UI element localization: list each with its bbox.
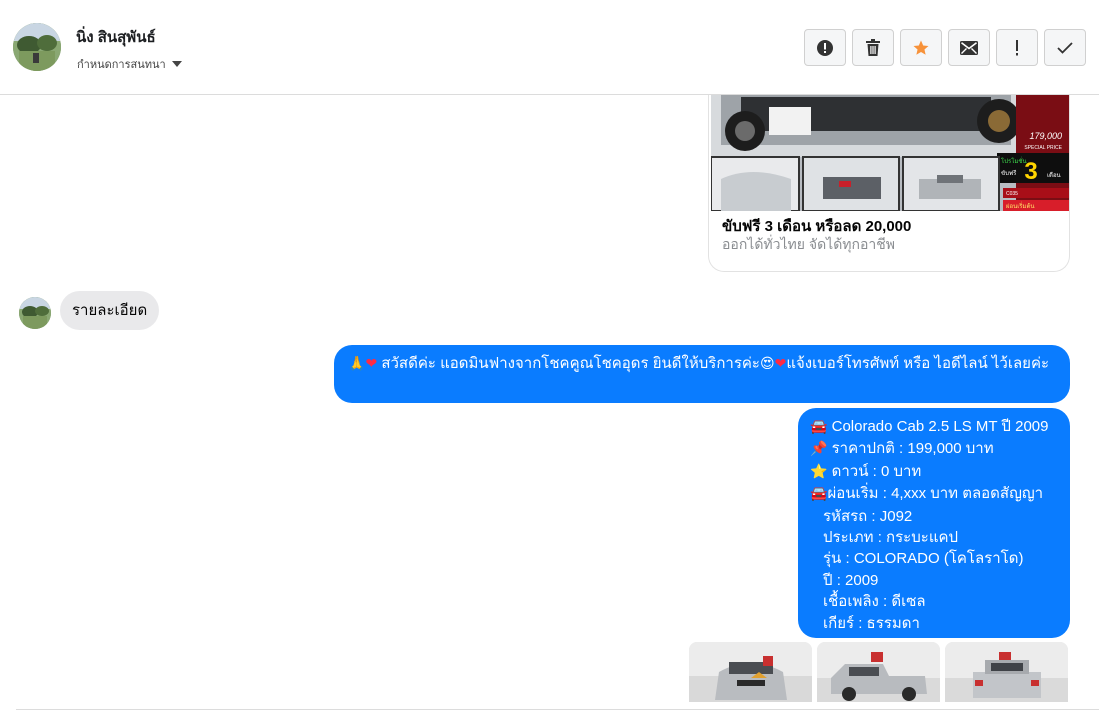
exclamation-icon: [1016, 39, 1018, 55]
promo-image: 179,000 SPECIAL PRICE โปรโมชั่น ขับฟรี 3…: [711, 95, 1069, 211]
contact-avatar[interactable]: [13, 23, 61, 71]
detail-model-text: Colorado Cab 2.5 LS MT ปี 2009: [827, 418, 1049, 435]
label-dropdown-text: กำหนดการสนทนา: [77, 59, 166, 71]
trash-icon: [866, 38, 880, 56]
star-button[interactable]: [900, 29, 942, 66]
caret-down-icon: [171, 61, 182, 67]
promo-months: 3: [1024, 158, 1037, 185]
car-photo-3[interactable]: [945, 642, 1068, 702]
promo-label-left: ขับฟรี: [1001, 169, 1017, 177]
outgoing-message-greeting[interactable]: 🙏❤ สวัสดีค่ะ แอดมินฟางจากโชคคูณโชคอุดร ย…: [334, 345, 1070, 403]
outgoing-message-car-details[interactable]: 🚘 Colorado Cab 2.5 LS MT ปี 2009 📌 ราคาป…: [798, 408, 1070, 638]
star-emoji: ⭐: [810, 463, 828, 480]
contact-name: นิ่ง สินสุพันธ์: [76, 29, 156, 46]
detail-installment: 🚘ผ่อนเริ่ม : 4,xxx บาท ตลอดสัญญา: [810, 483, 1058, 505]
promo-special-price: SPECIAL PRICE: [1024, 145, 1062, 151]
promo-price: 179,000: [1029, 131, 1062, 141]
detail-gear: เกียร์ : ธรรมดา: [823, 614, 920, 632]
mail-button[interactable]: [948, 29, 990, 66]
label-dropdown[interactable]: กำหนดการสนทนา: [77, 55, 182, 73]
incoming-message[interactable]: รายละเอียด: [60, 291, 160, 330]
promo-label-right: เดือน: [1047, 171, 1061, 179]
detail-price-text: ราคาปกติ : 199,000 บาท: [827, 440, 994, 458]
photo-gallery: [689, 642, 1068, 702]
detail-down: ⭐ ดาวน์ : 0 บาท: [810, 461, 1058, 483]
detail-price: 📌 ราคาปกติ : 199,000 บาท: [810, 438, 1058, 460]
link-preview-card[interactable]: 179,000 SPECIAL PRICE โปรโมชั่น ขับฟรี 3…: [708, 95, 1070, 272]
detail-year: ปี : 2009: [823, 571, 879, 589]
sender-avatar[interactable]: [19, 297, 51, 329]
heart-eyes-emoji: 😍: [760, 356, 775, 372]
detail-type: ประเภท : กระบะแคป: [823, 529, 959, 547]
promo-code: C035: [1006, 191, 1018, 197]
action-toolbar: [804, 29, 1086, 66]
greeting-text-2: แจ้งเบอร์โทรศัพท์ หรือ ไอดีไลน์ ไว้เลยค่…: [786, 355, 1050, 372]
detail-installment-text: ผ่อนเริ่ม : 4,xxx บาท ตลอดสัญญา: [827, 485, 1044, 503]
chat-window: นิ่ง สินสุพันธ์ กำหนดการสนทนา 179,000 SP…: [0, 0, 1099, 712]
detail-fuel: เชื้อเพลิง : ดีเซล: [823, 593, 926, 611]
message-list[interactable]: 179,000 SPECIAL PRICE โปรโมชั่น ขับฟรี 3…: [0, 95, 1099, 712]
important-button[interactable]: [996, 29, 1038, 66]
car-emoji-2: 🚘: [810, 486, 828, 503]
detail-series: รุ่น : COLORADO (โคโลราโด): [823, 550, 1024, 568]
alert-circle-icon: [817, 39, 833, 56]
detail-down-text: ดาวน์ : 0 บาท: [827, 462, 922, 480]
star-icon: [913, 40, 929, 55]
mail-icon: [960, 40, 978, 55]
heart-emoji: ❤: [365, 356, 378, 372]
car-photo-1[interactable]: [689, 642, 812, 702]
promo-tag: ผ่อนเริ่มต้น: [1006, 202, 1034, 210]
greeting-text-1: สวัสดีค่ะ แอดมินฟางจากโชคคูณโชคอุดร ยินด…: [377, 355, 760, 372]
link-preview-subtitle: ออกได้ทั่วไทย จัดได้ทุกอาชีพ: [722, 236, 896, 252]
detail-model: 🚘 Colorado Cab 2.5 LS MT ปี 2009: [810, 416, 1058, 438]
delete-button[interactable]: [852, 29, 894, 66]
check-icon: [1057, 41, 1073, 54]
report-button[interactable]: [804, 29, 846, 66]
pray-emoji: 🙏: [348, 356, 366, 372]
car-emoji: 🚘: [810, 419, 828, 435]
car-photo-2[interactable]: [817, 642, 940, 702]
detail-code: รหัสรถ : J092: [823, 507, 913, 525]
done-button[interactable]: [1044, 29, 1086, 66]
pushpin-emoji: 📌: [810, 441, 828, 458]
conversation-header: นิ่ง สินสุพันธ์ กำหนดการสนทนา: [0, 0, 1099, 95]
heart-emoji-2: ❤: [774, 356, 787, 372]
promo-label-top: โปรโมชั่น: [1001, 157, 1027, 165]
